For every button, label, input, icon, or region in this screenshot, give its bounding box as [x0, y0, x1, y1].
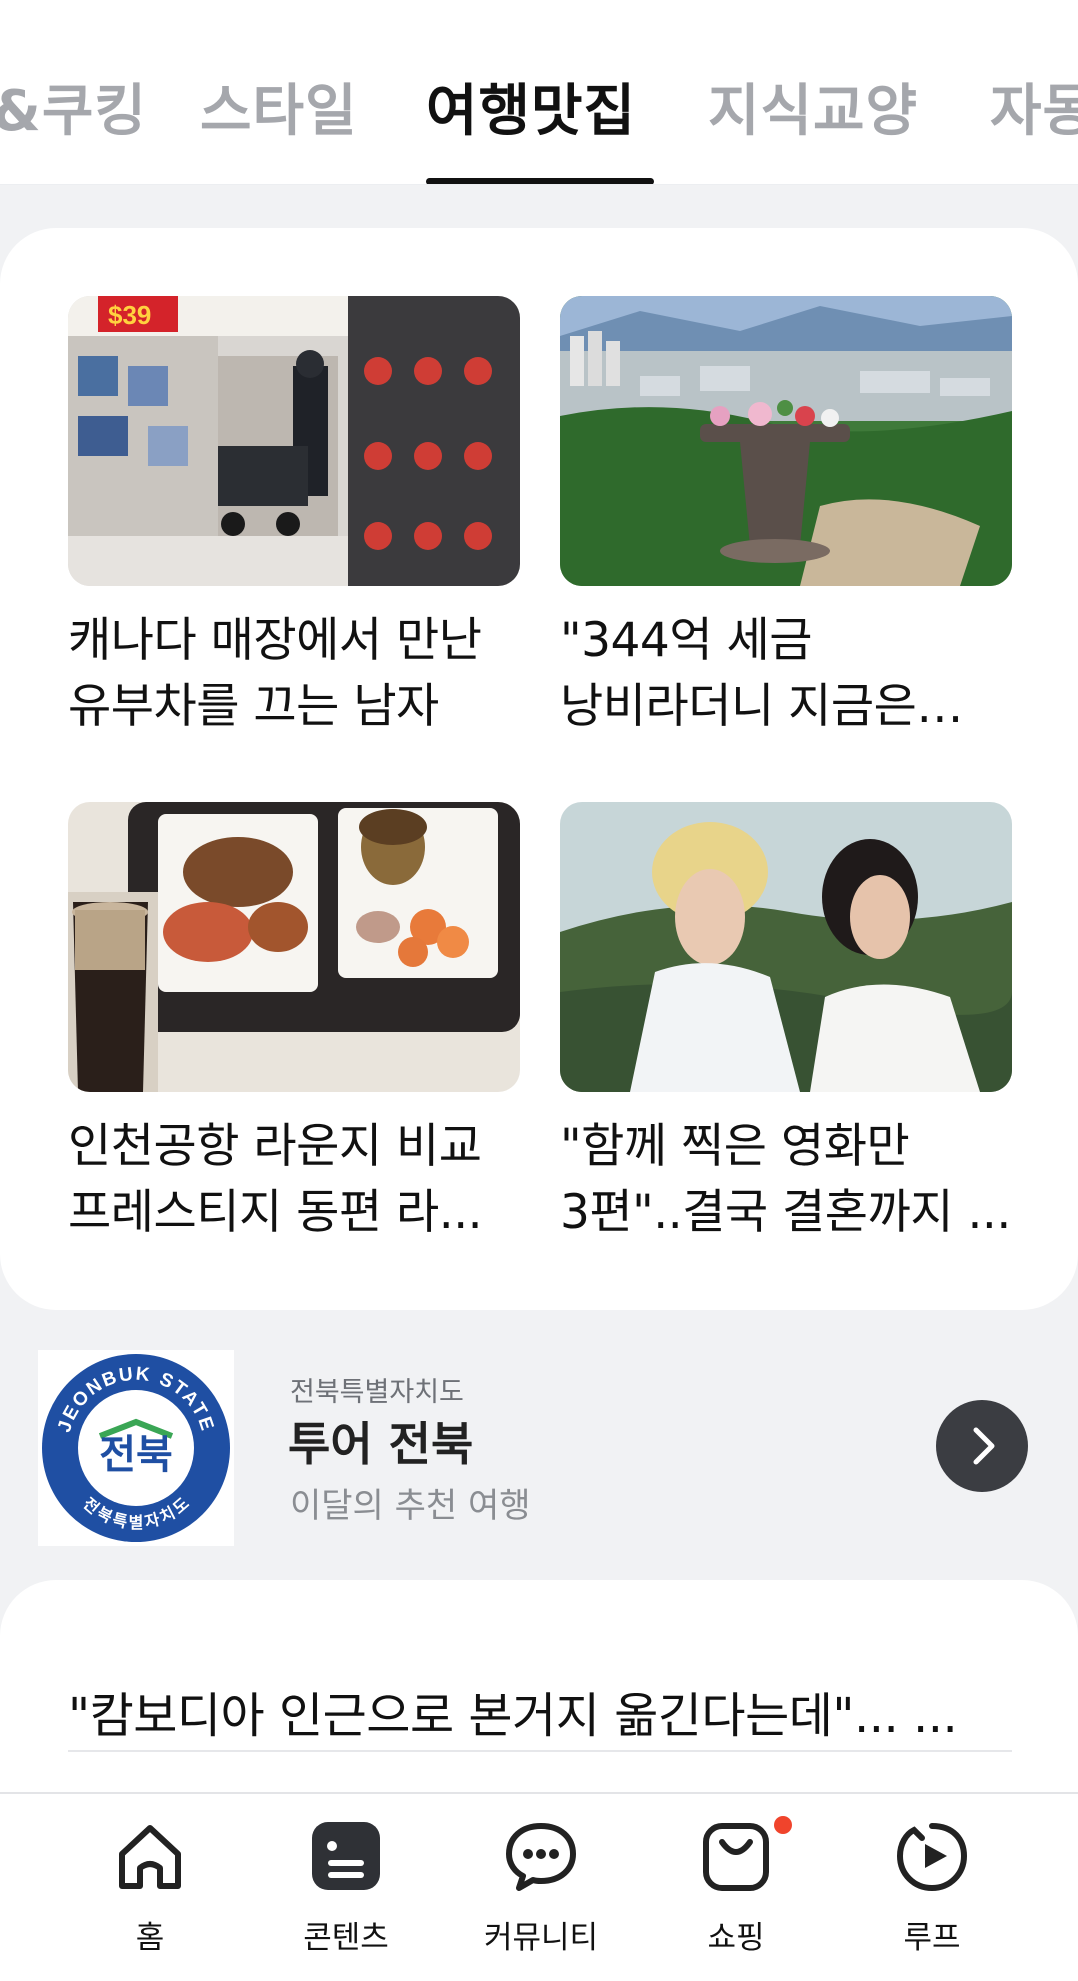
- jeonbuk-logo: JEONBUK STATE 전북특별자치도 전북: [38, 1350, 234, 1546]
- promo-subtitle: 전북특별자치도: [290, 1377, 464, 1408]
- category-tabs: &쿠킹 스타일 여행맛집 지식교양 자동: [0, 0, 1078, 185]
- chevron-right-icon: [973, 1427, 995, 1465]
- article-card[interactable]: "함께 찍은 영화만 3편"..결국 결혼까지 ...: [560, 802, 1012, 1246]
- promo-description: 이달의 추천 여행: [290, 1486, 531, 1526]
- home-icon: [119, 1825, 181, 1889]
- nav-label: 루프: [903, 1920, 961, 1956]
- tabs-divider: [0, 184, 1078, 185]
- promo-arrow-button[interactable]: [936, 1400, 1028, 1492]
- nav-label: 커뮤니티: [483, 1920, 599, 1956]
- article-thumbnail[interactable]: [560, 296, 1012, 586]
- tab-style[interactable]: 스타일: [200, 72, 358, 152]
- article-card[interactable]: "344억 세금 낭비라더니 지금은 '명소'" ...: [560, 296, 1012, 740]
- page: &쿠킹 스타일 여행맛집 지식교양 자동 $39 캐나다 매장에서 만난 유부차…: [0, 0, 1078, 1981]
- tab-travel-food[interactable]: 여행맛집: [426, 72, 636, 152]
- list-article-title[interactable]: "캄보디아 인근으로 본거지 옮긴다는데"... ...: [68, 1676, 1008, 1746]
- tab-cooking[interactable]: &쿠킹: [0, 72, 147, 152]
- article-card[interactable]: 인천공항 라운지 비교 프레스티지 동편 라...: [68, 802, 520, 1246]
- shopping-bag-icon: [703, 1823, 769, 1891]
- promo-title[interactable]: 투어 전북: [288, 1408, 473, 1474]
- article-grid-card: $39 캐나다 매장에서 만난 유부차를 끄는 남자 "344억 세금 낭비라더…: [0, 228, 1078, 1310]
- promo-banner[interactable]: JEONBUK STATE 전북특별자치도 전북 전북특별자치도 투어 전북 이…: [0, 1340, 1078, 1570]
- nav-contents[interactable]: 콘텐츠: [266, 1816, 426, 1966]
- article-thumbnail[interactable]: [560, 802, 1012, 1092]
- article-thumbnail[interactable]: $39: [68, 296, 520, 586]
- article-title[interactable]: 캐나다 매장에서 만난 유부차를 끄는 남자: [68, 608, 520, 740]
- chat-icon: [506, 1823, 576, 1891]
- tab-knowledge[interactable]: 지식교양: [708, 72, 918, 152]
- nav-label: 콘텐츠: [303, 1920, 389, 1956]
- nav-shopping[interactable]: 쇼핑: [656, 1816, 816, 1966]
- notification-badge: [774, 1816, 792, 1834]
- article-thumbnail[interactable]: [68, 802, 520, 1092]
- article-title[interactable]: "344억 세금 낭비라더니 지금은 '명소'" ...: [560, 608, 1012, 740]
- tab-auto[interactable]: 자동: [990, 72, 1078, 152]
- nav-label: 홈: [135, 1920, 165, 1956]
- loop-play-icon: [896, 1823, 968, 1892]
- bottom-navigation: 홈 콘텐츠 커뮤니티 쇼핑 루프: [0, 1792, 1078, 1981]
- logo-text: 전북: [99, 1432, 173, 1478]
- article-card[interactable]: $39 캐나다 매장에서 만난 유부차를 끄는 남자: [68, 296, 520, 740]
- list-divider: [68, 1750, 1012, 1752]
- nav-label: 쇼핑: [707, 1920, 765, 1956]
- article-title[interactable]: "함께 찍은 영화만 3편"..결국 결혼까지 ...: [560, 1114, 1012, 1246]
- nav-home[interactable]: 홈: [70, 1816, 230, 1966]
- nav-community[interactable]: 커뮤니티: [461, 1816, 621, 1966]
- contents-icon: [312, 1822, 380, 1890]
- svg-text:$39: $39: [108, 300, 151, 330]
- article-title[interactable]: 인천공항 라운지 비교 프레스티지 동편 라...: [68, 1114, 520, 1246]
- nav-loop[interactable]: 루프: [852, 1816, 1012, 1966]
